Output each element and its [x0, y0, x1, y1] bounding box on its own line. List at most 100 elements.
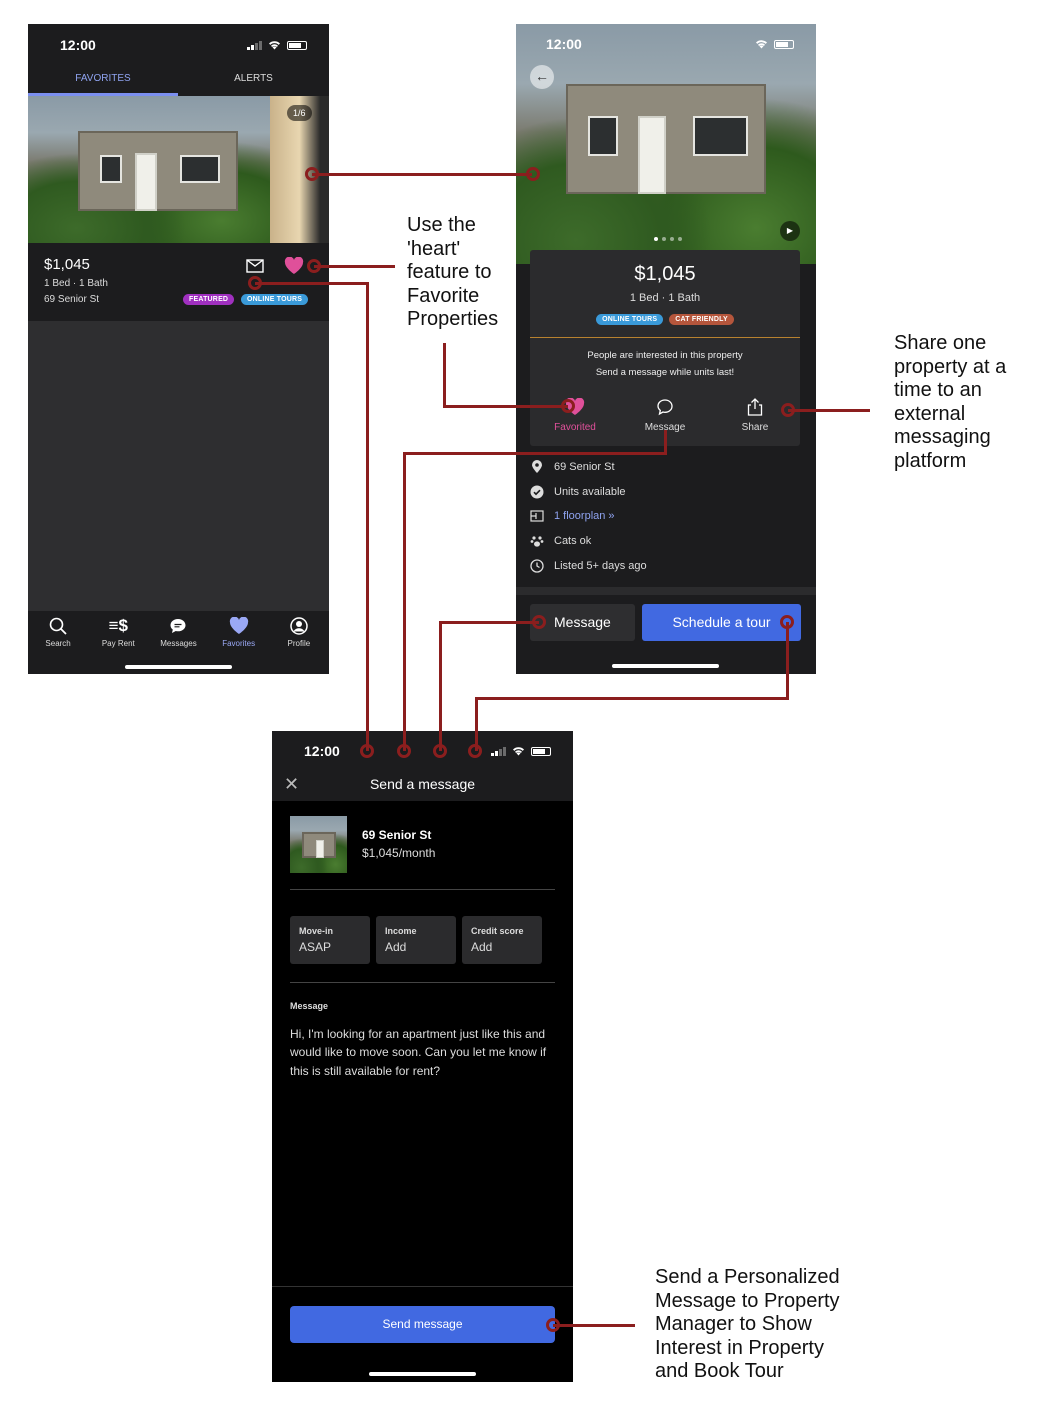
property-detail-screen: 12:00 ← ▶ $1,045 1 Bed · 1 Bath ONLINE T… [516, 24, 816, 674]
wifi-icon [756, 40, 767, 49]
income-value: Add [385, 940, 407, 954]
signal-icon [247, 40, 262, 50]
income-label: Income [385, 926, 417, 936]
info-listed-text: Listed 5+ days ago [554, 559, 647, 572]
prefs-row: Move-in ASAP Income Add Credit score Add [290, 916, 542, 964]
info-floorplan-link[interactable]: 1 floorplan » [554, 510, 615, 522]
listing-price: $1,045 [44, 256, 90, 273]
favorites-screen: 12:00 FAVORITES ALERTS 1/6 $1,045 1 Bed … [28, 24, 329, 674]
info-list: 69 Senior St Units available 1 floorplan… [530, 455, 800, 578]
send-message-screen: 12:00 ✕ Send a message 69 Senior St $1,0… [272, 731, 573, 1382]
house-illustration [78, 131, 238, 211]
floorplan-icon [530, 510, 544, 523]
income-field[interactable]: Income Add [376, 916, 456, 964]
movein-field[interactable]: Move-in ASAP [290, 916, 370, 964]
badge-featured: FEATURED [183, 294, 235, 305]
nav-search[interactable]: Search [30, 617, 86, 648]
search-icon [49, 617, 67, 635]
paw-icon [530, 536, 544, 547]
profile-icon [290, 617, 308, 635]
chat-outline-icon [657, 399, 673, 416]
message-label: Message [290, 1001, 329, 1011]
wifi-icon [513, 747, 524, 756]
next-photo-preview[interactable]: 1/6 [270, 96, 329, 243]
annotation-share: Share one property at a time to an exter… [894, 332, 1007, 472]
divider [290, 982, 555, 983]
mail-icon[interactable] [246, 259, 264, 273]
info-floorplan[interactable]: 1 floorplan » [530, 504, 800, 529]
movein-label: Move-in [299, 926, 334, 936]
home-indicator [612, 664, 719, 668]
nav-profile-label: Profile [287, 639, 311, 648]
tab-favorites[interactable]: FAVORITES [28, 66, 178, 96]
message-action[interactable]: Message [625, 398, 705, 433]
detail-beds-baths: 1 Bed · 1 Bath [629, 292, 701, 304]
battery-icon [287, 40, 307, 50]
nav-pay-rent[interactable]: ≡$ Pay Rent [90, 617, 146, 649]
status-time: 12:00 [546, 36, 582, 52]
info-units: Units available [530, 480, 800, 505]
home-indicator [369, 1372, 476, 1376]
tab-strip: FAVORITES ALERTS [28, 66, 329, 96]
favorited-label: Favorited [554, 422, 596, 433]
interest-line-2: Send a message while units last! [595, 367, 735, 378]
annotation-send: Send a Personalized Message to Property … [655, 1266, 840, 1382]
screen-title: Send a message [369, 776, 476, 792]
battery-icon [774, 39, 794, 49]
credit-score-field[interactable]: Credit score Add [462, 916, 542, 964]
summary-card: $1,045 1 Bed · 1 Bath ONLINE TOURS CAT F… [530, 250, 800, 446]
house-illustration [302, 832, 336, 858]
bottom-action-bar: Message Schedule a tour [516, 587, 816, 674]
photo-pager-dots [654, 237, 682, 241]
annotation-heart: Use the 'heart' feature to Favorite Prop… [407, 214, 499, 330]
schedule-tour-button[interactable]: Schedule a tour [642, 604, 801, 641]
battery-icon [531, 746, 551, 756]
status-time: 12:00 [304, 743, 340, 759]
share-icon [747, 398, 763, 416]
detail-badges: ONLINE TOURS CAT FRIENDLY [530, 314, 800, 325]
nav-favorites-label: Favorites [222, 639, 256, 648]
favorited-action[interactable]: Favorited [535, 398, 615, 433]
interest-line-1: People are interested in this property [587, 350, 743, 361]
status-bar: 12:00 [272, 731, 573, 771]
footer-divider [272, 1286, 573, 1287]
tab-alerts[interactable]: ALERTS [178, 66, 329, 96]
status-icons [247, 40, 307, 50]
detail-price: $1,045 [634, 263, 696, 285]
back-arrow-icon[interactable]: ← [530, 65, 554, 89]
info-pets: Cats ok [530, 529, 800, 554]
credit-score-label: Credit score [471, 926, 524, 936]
info-address: 69 Senior St [530, 455, 800, 480]
message-textarea[interactable]: Hi, I'm looking for an apartment just li… [290, 1025, 550, 1080]
location-pin-icon [532, 460, 542, 474]
nav-favorites[interactable]: Favorites [211, 617, 267, 648]
home-indicator [125, 665, 232, 669]
listing-beds-baths: 1 Bed · 1 Bath [44, 278, 108, 289]
nav-messages[interactable]: Messages [150, 617, 206, 648]
nav-profile[interactable]: Profile [271, 617, 327, 648]
info-units-text: Units available [554, 485, 626, 498]
heart-icon[interactable] [284, 257, 304, 275]
play-icon[interactable]: ▶ [780, 221, 800, 241]
status-bar: 12:00 [28, 24, 329, 66]
property-thumbnail [290, 816, 347, 873]
send-message-button[interactable]: Send message [290, 1306, 555, 1343]
heart-nav-icon [229, 617, 248, 634]
property-photo[interactable] [28, 96, 270, 243]
nav-search-label: Search [45, 639, 71, 648]
credit-score-value: Add [471, 940, 493, 954]
info-listed: Listed 5+ days ago [530, 553, 800, 578]
chat-bubble-icon [170, 619, 186, 633]
property-price: $1,045/month [362, 846, 436, 860]
status-time: 12:00 [60, 37, 96, 53]
badge-online-tours: ONLINE TOURS [241, 294, 309, 305]
listing-address: 69 Senior St [44, 294, 100, 305]
nav-messages-label: Messages [160, 639, 197, 648]
house-illustration [566, 84, 766, 194]
info-pets-text: Cats ok [554, 535, 592, 548]
movein-value: ASAP [299, 940, 332, 954]
status-icons [755, 39, 794, 49]
property-address: 69 Senior St [362, 828, 432, 842]
check-circle-icon [530, 485, 544, 499]
photo-counter: 1/6 [287, 105, 312, 121]
